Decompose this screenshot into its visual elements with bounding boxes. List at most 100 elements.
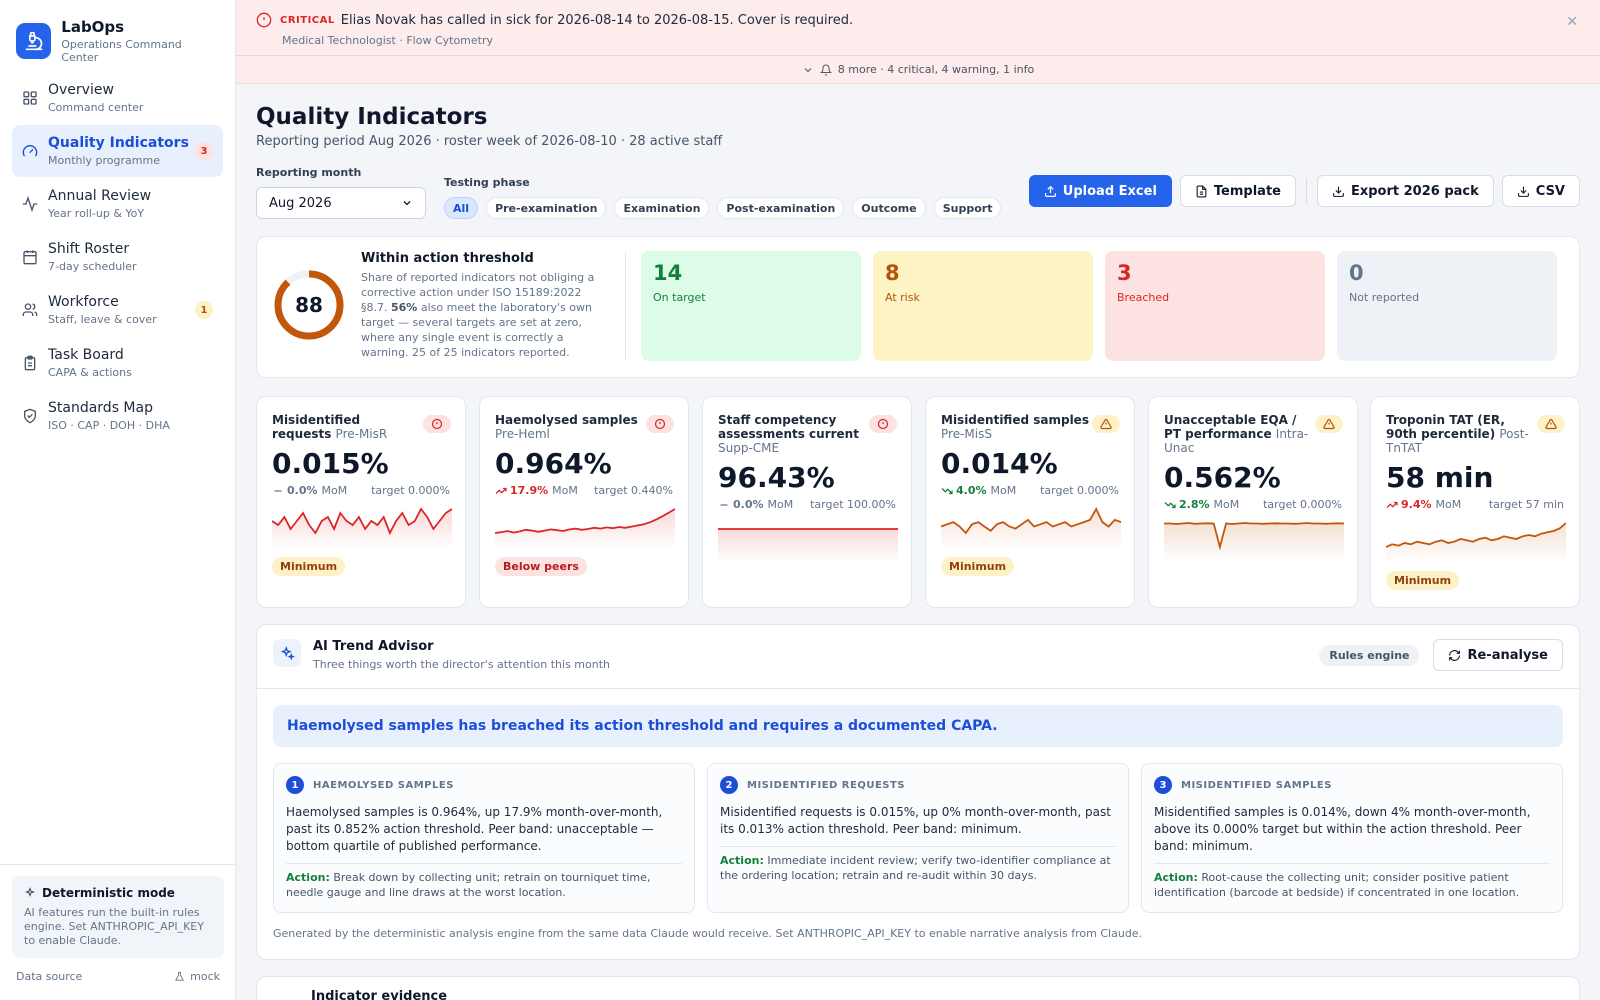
insight-number: 1 — [286, 776, 304, 794]
card-delta: 4.0% MoM — [941, 484, 1016, 497]
stat-breached[interactable]: 3 Breached — [1105, 251, 1325, 361]
status-flag — [1092, 415, 1120, 433]
alert-message: Elias Novak has called in sick for 2026-… — [340, 12, 854, 28]
card-code: Pre-Heml — [495, 427, 550, 441]
reanalyse-button[interactable]: Re-analyse — [1433, 639, 1563, 671]
score-value: 88 — [295, 293, 323, 317]
sparkline — [941, 507, 1121, 549]
indicator-cards: Misidentified requests Pre-MisR 0.015% 0.0… — [256, 396, 1580, 608]
chevron-down-icon — [804, 67, 812, 72]
phase-label: Testing phase — [444, 176, 530, 189]
month-select-value: Aug 2026 — [269, 195, 332, 211]
peer-band-badge: Below peers — [495, 557, 587, 576]
close-icon[interactable]: ✕ — [1566, 14, 1578, 30]
minus-icon — [720, 503, 728, 506]
microscope-icon — [16, 23, 52, 59]
trending-down-icon — [941, 487, 953, 494]
phase-chip-all[interactable]: All — [444, 197, 479, 219]
phase-chip-support[interactable]: Support — [933, 197, 1002, 219]
sidebar-item-annual-review[interactable]: Annual Review Year roll-up & YoY — [12, 178, 223, 230]
sidebar-item-label: Standards Map — [48, 400, 153, 416]
sidebar-item-sub: Staff, leave & cover — [48, 313, 157, 326]
summary-divider — [625, 251, 626, 361]
trending-up-icon — [495, 487, 507, 494]
card-code: Supp-CME — [718, 441, 780, 455]
card-delta: 9.4% MoM — [1386, 498, 1461, 511]
alert-sub: Medical Technologist · Flow Cytometry — [282, 34, 494, 47]
insight-card: 3 MISIDENTIFIED SAMPLES Misidentified sa… — [1141, 763, 1563, 913]
card-target: target 57 min — [1488, 498, 1564, 511]
phase-chip-examination[interactable]: Examination — [614, 197, 710, 219]
indicator-card[interactable]: Misidentified samples Pre-MisS 0.014% 4.0%… — [925, 396, 1135, 608]
insight-body: Haemolysed samples is 0.964%, up 17.9% m… — [286, 805, 663, 853]
card-code: Pre-MisR — [335, 427, 388, 441]
sidebar-item-sub: 7-day scheduler — [48, 260, 137, 273]
phase-chip-post-examination[interactable]: Post-examination — [717, 197, 845, 219]
phase-chips: All Pre-examination Examination Post-exa… — [444, 197, 1009, 219]
insight-card: 1 HAEMOLYSED SAMPLES Haemolysed samples … — [273, 763, 695, 913]
sidebar-nav: Overview Command center Quality Indicator… — [0, 66, 235, 449]
sidebar-item-label: Task Board — [48, 347, 124, 363]
sparkline — [1386, 522, 1566, 563]
insight-body: Misidentified requests is 0.015%, up 0% … — [720, 805, 1111, 836]
warning-triangle-icon — [1323, 418, 1335, 430]
export-pack-button[interactable]: Export 2026 pack — [1316, 175, 1494, 207]
trending-up-icon — [1386, 501, 1398, 508]
template-button[interactable]: Template — [1179, 175, 1296, 207]
data-source-label: Data source — [16, 970, 83, 983]
brand-name: LabOps — [61, 18, 125, 36]
deterministic-mode-box: Deterministic mode AI features run the b… — [12, 876, 224, 958]
sidebar-item-shift-roster[interactable]: Shift Roster 7-day scheduler — [12, 231, 223, 283]
sidebar-item-overview[interactable]: Overview Command center — [12, 72, 223, 124]
sidebar-item-sub: CAPA & actions — [48, 366, 132, 379]
sidebar-item-task-board[interactable]: Task Board CAPA & actions — [12, 337, 223, 389]
peer-band-badge: Minimum — [1386, 571, 1460, 590]
indicator-card[interactable]: Misidentified requests Pre-MisR 0.015% 0.0… — [256, 396, 466, 608]
card-code: Pre-MisS — [941, 427, 992, 441]
upload-excel-button[interactable]: Upload Excel — [1028, 175, 1172, 207]
threshold-summary: 88 Within action threshold Share of repo… — [256, 236, 1580, 378]
status-flag — [869, 415, 897, 433]
sidebar-item-standards-map[interactable]: Standards Map ISO · CAP · DOH · DHA — [12, 390, 223, 442]
month-select[interactable]: Aug 2026 — [256, 187, 426, 219]
sparkles-icon — [273, 639, 301, 667]
minus-icon — [274, 489, 282, 492]
page-title: Quality Indicators — [256, 104, 488, 130]
users-icon — [22, 303, 38, 316]
sidebar-item-workforce[interactable]: Workforce Staff, leave & cover 1 — [12, 284, 223, 336]
alert-circle-icon — [877, 418, 889, 430]
warning-triangle-icon — [1100, 418, 1112, 430]
more-alerts-toggle[interactable]: 8 more · 4 critical, 4 warning, 1 info — [236, 56, 1600, 84]
sparkline — [272, 507, 452, 549]
main-content: CRITICAL Elias Novak has called in sick … — [236, 0, 1600, 1000]
download-icon — [1333, 186, 1344, 197]
month-label: Reporting month — [256, 166, 362, 179]
stat-at-risk[interactable]: 8 At risk — [873, 251, 1093, 361]
advisor-headline: Haemolysed samples has breached its acti… — [273, 705, 1563, 747]
indicator-card[interactable]: Staff competency assessments current Sup… — [702, 396, 912, 608]
indicator-card[interactable]: Unacceptable EQA / PT performance Intra-… — [1148, 396, 1358, 608]
brand[interactable]: LabOps Operations Command Center — [0, 0, 235, 66]
card-target: target 0.440% — [594, 484, 673, 497]
stat-on-target[interactable]: 14 On target — [641, 251, 861, 361]
card-value: 58 min — [1386, 461, 1494, 494]
sparkline — [495, 508, 675, 549]
alert-circle-icon — [256, 12, 272, 28]
sidebar-badge: 1 — [195, 301, 213, 319]
phase-chip-outcome[interactable]: Outcome — [852, 197, 926, 219]
stat-not-reported[interactable]: 0 Not reported — [1337, 251, 1557, 361]
phase-chip-pre-examination[interactable]: Pre-examination — [486, 197, 607, 219]
sidebar-item-quality-indicators[interactable]: Quality Indicators Monthly programme 3 — [12, 125, 223, 177]
calendar-icon — [23, 250, 37, 265]
sidebar-item-label: Annual Review — [48, 188, 152, 204]
controls-bar: Reporting month Aug 2026 Testing phase A… — [236, 149, 1600, 219]
indicator-card[interactable]: Haemolysed samples Pre-Heml 0.964% 17.9% Mo… — [479, 396, 689, 608]
alert-circle-icon — [431, 418, 443, 430]
advisor-footer: Generated by the deterministic analysis … — [273, 927, 1143, 940]
csv-button[interactable]: CSV — [1501, 175, 1580, 207]
engine-badge: Rules engine — [1319, 644, 1420, 666]
indicator-card[interactable]: Troponin TAT (ER, 90th percentile) Post-… — [1370, 396, 1580, 608]
sidebar-item-label: Overview — [48, 82, 114, 98]
card-value: 0.562% — [1164, 461, 1281, 494]
card-delta: 0.0% MoM — [272, 484, 347, 497]
